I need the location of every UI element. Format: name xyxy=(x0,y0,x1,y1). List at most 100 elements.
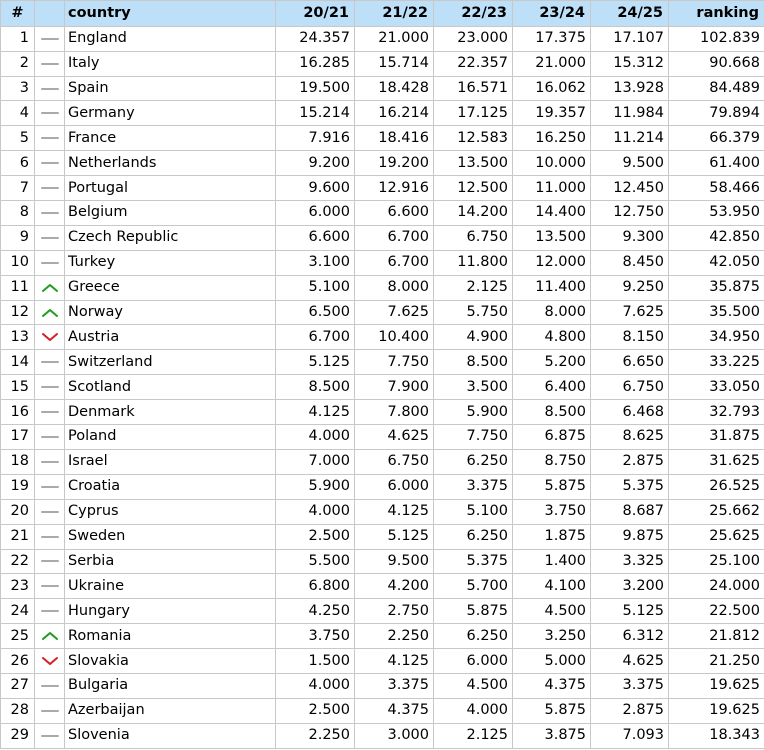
trend-cell xyxy=(34,175,65,202)
country-name[interactable]: Ukraine xyxy=(64,573,276,600)
season-value: 6.875 xyxy=(512,424,591,450)
ranking-total: 102.839 xyxy=(668,25,764,52)
trend-cell xyxy=(34,548,65,575)
country-name[interactable]: Switzerland xyxy=(64,349,276,376)
rank-number: 17 xyxy=(0,424,35,450)
country-name[interactable]: Netherlands xyxy=(64,150,276,177)
season-value: 5.900 xyxy=(275,473,355,500)
season-value: 4.500 xyxy=(433,672,513,699)
country-name[interactable]: Spain xyxy=(64,75,276,102)
season-value: 4.125 xyxy=(275,399,355,426)
country-name[interactable]: Romania xyxy=(64,623,276,650)
table-row: 7 Portugal 9.600 12.916 12.500 11.000 12.450 58… xyxy=(0,175,764,202)
season-value: 2.250 xyxy=(275,722,355,749)
season-value: 6.250 xyxy=(433,448,513,475)
country-name[interactable]: Belgium xyxy=(64,200,276,226)
table-row: 19 Croatia 5.900 6.000 3.375 5.875 5.375 26.525 xyxy=(0,473,764,500)
country-name[interactable]: Slovakia xyxy=(64,648,276,674)
trend-same-icon xyxy=(40,435,59,438)
trend-same-icon xyxy=(40,211,59,214)
col-header-season-2122[interactable]: 21/22 xyxy=(354,0,434,27)
country-name[interactable]: England xyxy=(64,25,276,52)
table-row: 1 England 24.357 21.000 23.000 17.375 17.107 10… xyxy=(0,25,764,52)
table-row: 6 Netherlands 9.200 19.200 13.500 10.000 9.500… xyxy=(0,150,764,177)
col-header-ranking[interactable]: ranking xyxy=(668,0,764,27)
trend-cell xyxy=(34,697,65,724)
country-name[interactable]: Scotland xyxy=(64,374,276,401)
season-value: 4.000 xyxy=(433,697,513,724)
table-row: 18 Israel 7.000 6.750 6.250 8.750 2.875 31.625 xyxy=(0,448,764,475)
season-value: 5.375 xyxy=(590,473,669,500)
country-name[interactable]: Azerbaijan xyxy=(64,697,276,724)
country-name[interactable]: Germany xyxy=(64,100,276,127)
country-name[interactable]: Portugal xyxy=(64,175,276,202)
season-value: 3.375 xyxy=(590,672,669,699)
trend-same-icon xyxy=(40,610,59,613)
trend-cell xyxy=(34,50,65,77)
season-value: 4.000 xyxy=(275,498,355,525)
rank-number: 22 xyxy=(0,548,35,575)
trend-same-icon xyxy=(40,187,59,190)
season-value: 11.000 xyxy=(512,175,591,202)
col-header-season-2425[interactable]: 24/25 xyxy=(590,0,669,27)
country-name[interactable]: Croatia xyxy=(64,473,276,500)
col-header-rank-number[interactable]: # xyxy=(0,0,35,27)
country-name[interactable]: Czech Republic xyxy=(64,224,276,251)
season-value: 5.875 xyxy=(512,473,591,500)
rank-number: 12 xyxy=(0,299,35,326)
season-value: 9.500 xyxy=(590,150,669,177)
col-header-season-2223[interactable]: 22/23 xyxy=(433,0,513,27)
season-value: 6.500 xyxy=(275,299,355,326)
rank-number: 10 xyxy=(0,249,35,276)
country-name[interactable]: Serbia xyxy=(64,548,276,575)
country-name[interactable]: Greece xyxy=(64,274,276,301)
country-name[interactable]: Cyprus xyxy=(64,498,276,525)
col-header-country[interactable]: country xyxy=(64,0,276,27)
table-row: 17 Poland 4.000 4.625 7.750 6.875 8.625 31.875 xyxy=(0,424,764,450)
country-name[interactable]: Norway xyxy=(64,299,276,326)
ranking-total: 19.625 xyxy=(668,697,764,724)
season-value: 16.571 xyxy=(433,75,513,102)
rank-number: 20 xyxy=(0,498,35,525)
season-value: 7.750 xyxy=(433,424,513,450)
season-value: 6.468 xyxy=(590,399,669,426)
ranking-total: 66.379 xyxy=(668,125,764,152)
trend-cell xyxy=(34,125,65,152)
season-value: 11.400 xyxy=(512,274,591,301)
season-value: 9.200 xyxy=(275,150,355,177)
table-row: 10 Turkey 3.100 6.700 11.800 12.000 8.450 42.05… xyxy=(0,249,764,276)
country-name[interactable]: Italy xyxy=(64,50,276,77)
rank-number: 8 xyxy=(0,200,35,226)
trend-cell xyxy=(34,448,65,475)
season-value: 4.625 xyxy=(590,648,669,674)
season-value: 7.000 xyxy=(275,448,355,475)
ranking-total: 58.466 xyxy=(668,175,764,202)
trend-same-icon xyxy=(40,137,59,140)
season-value: 8.500 xyxy=(512,399,591,426)
ranking-total: 90.668 xyxy=(668,50,764,77)
country-name[interactable]: Sweden xyxy=(64,523,276,550)
country-name[interactable]: Denmark xyxy=(64,399,276,426)
ranking-total: 34.950 xyxy=(668,324,764,351)
trend-cell xyxy=(34,648,65,674)
season-value: 12.916 xyxy=(354,175,434,202)
country-name[interactable]: Israel xyxy=(64,448,276,475)
trend-same-icon xyxy=(40,535,59,538)
season-value: 11.214 xyxy=(590,125,669,152)
col-header-season-2324[interactable]: 23/24 xyxy=(512,0,591,27)
col-header-season-2021[interactable]: 20/21 xyxy=(275,0,355,27)
country-name[interactable]: Poland xyxy=(64,424,276,450)
country-name[interactable]: France xyxy=(64,125,276,152)
country-name[interactable]: Turkey xyxy=(64,249,276,276)
rank-number: 2 xyxy=(0,50,35,77)
table-row: 27 Bulgaria 4.000 3.375 4.500 4.375 3.375 19.62… xyxy=(0,672,764,699)
country-name[interactable]: Bulgaria xyxy=(64,672,276,699)
rank-number: 26 xyxy=(0,648,35,674)
season-value: 7.625 xyxy=(590,299,669,326)
country-name[interactable]: Austria xyxy=(64,324,276,351)
season-value: 8.625 xyxy=(590,424,669,450)
trend-cell xyxy=(34,399,65,426)
country-name[interactable]: Hungary xyxy=(64,598,276,625)
trend-same-icon xyxy=(40,684,59,687)
country-name[interactable]: Slovenia xyxy=(64,722,276,749)
